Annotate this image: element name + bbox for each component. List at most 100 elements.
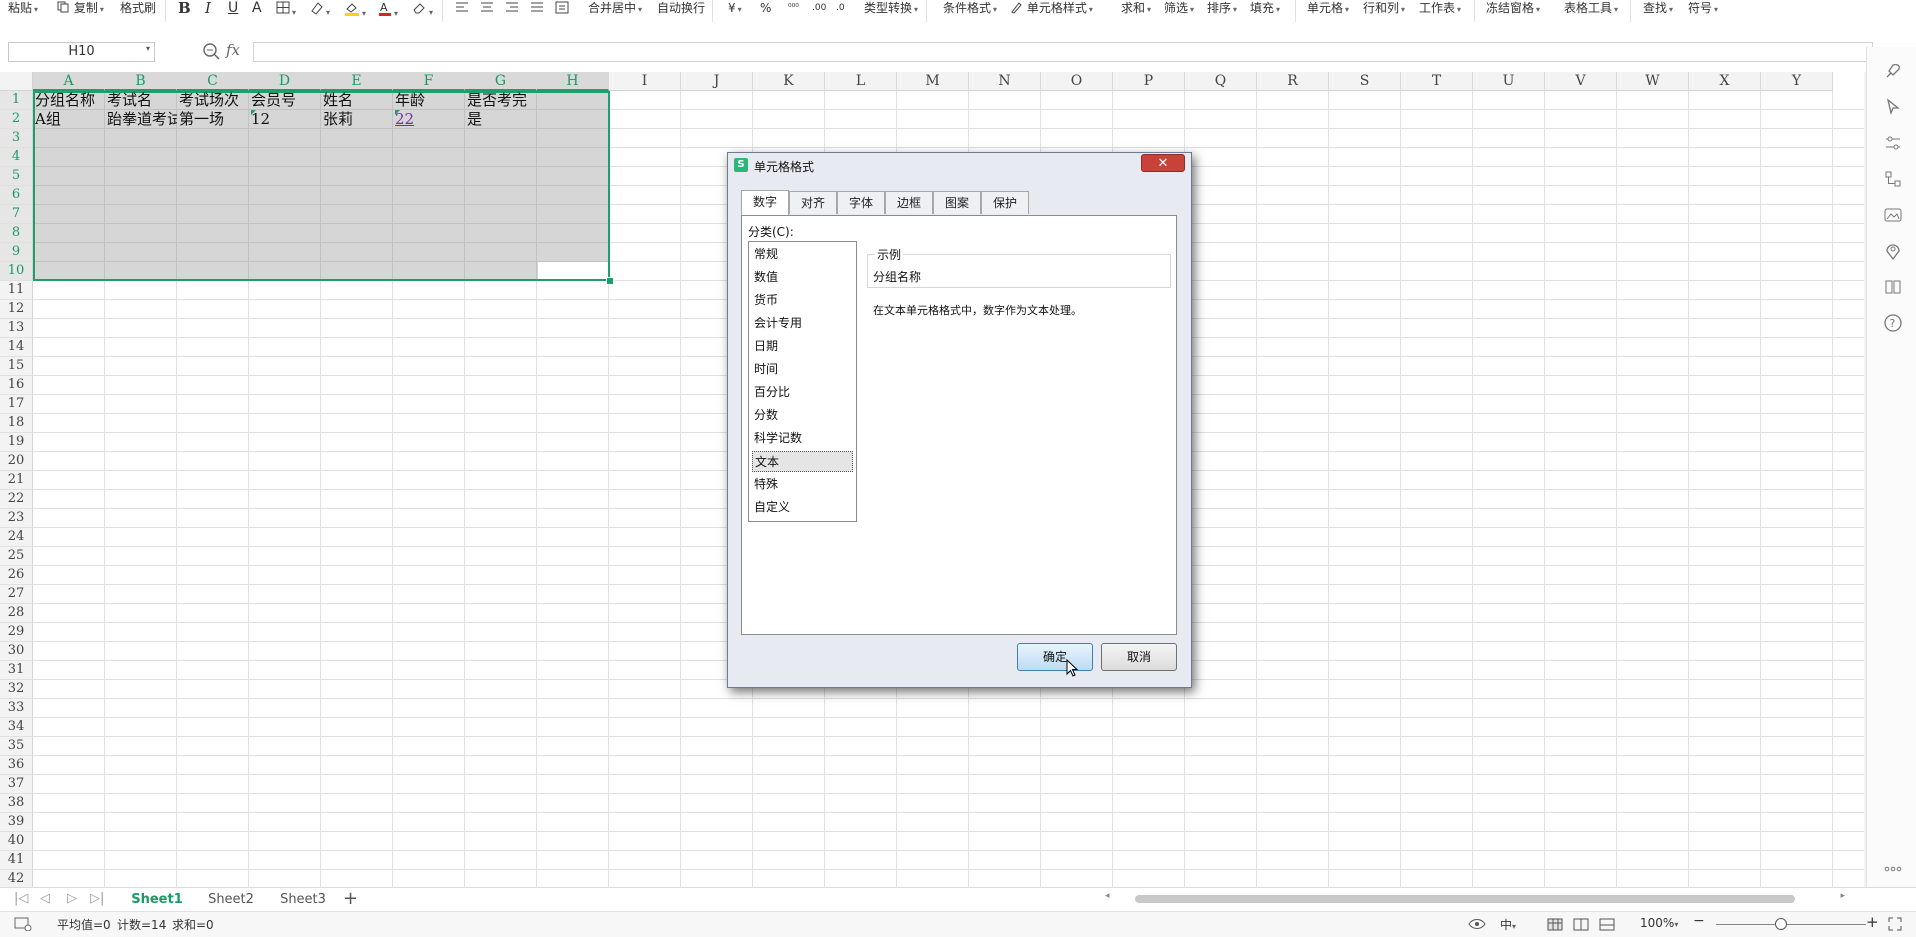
- fx-icon[interactable]: fx: [226, 41, 240, 59]
- tab-number[interactable]: 数字: [741, 190, 789, 215]
- tab-font[interactable]: 字体: [837, 191, 885, 214]
- dialog-titlebar[interactable]: S 单元格格式 ✕: [728, 153, 1191, 179]
- row-header-26[interactable]: 26: [0, 566, 33, 585]
- category-item[interactable]: 分数: [752, 405, 853, 426]
- name-box[interactable]: H10: [8, 42, 155, 62]
- fill-handle[interactable]: [606, 277, 614, 285]
- column-header-m[interactable]: M: [897, 72, 969, 91]
- category-item[interactable]: 日期: [752, 336, 853, 357]
- rows-columns-button[interactable]: 行和列 ▾: [1363, 1, 1405, 19]
- type-convert-button[interactable]: 类型转换 ▾: [864, 1, 918, 19]
- row-header-24[interactable]: 24: [0, 528, 33, 547]
- horizontal-scrollbar[interactable]: ◂ ▸: [1105, 891, 1845, 904]
- column-header-j[interactable]: J: [681, 72, 753, 91]
- row-header-10[interactable]: 10: [0, 262, 33, 281]
- column-header-n[interactable]: N: [969, 72, 1041, 91]
- column-header-o[interactable]: O: [1041, 72, 1113, 91]
- row-header-39[interactable]: 39: [0, 813, 33, 832]
- tab-pattern[interactable]: 图案: [933, 191, 981, 214]
- wrap-text-button[interactable]: 自动换行: [657, 1, 705, 19]
- sliders-icon[interactable]: [1883, 133, 1903, 153]
- column-header-k[interactable]: K: [753, 72, 825, 91]
- category-item[interactable]: 特殊: [752, 474, 853, 495]
- page-layout-icon[interactable]: [1573, 918, 1589, 931]
- eye-icon[interactable]: [1468, 918, 1486, 930]
- row-header-21[interactable]: 21: [0, 471, 33, 490]
- cell-B1[interactable]: 考试名: [107, 91, 177, 110]
- row-header-23[interactable]: 23: [0, 509, 33, 528]
- row-header-1[interactable]: 1: [0, 91, 33, 110]
- column-header-x[interactable]: X: [1689, 72, 1761, 91]
- column-header-r[interactable]: R: [1257, 72, 1329, 91]
- column-header-g[interactable]: G: [465, 72, 537, 91]
- sheet-tab-sheet3[interactable]: Sheet3: [274, 888, 332, 911]
- row-header-8[interactable]: 8: [0, 224, 33, 243]
- formula-input[interactable]: [253, 42, 1873, 62]
- page-break-icon[interactable]: [1599, 918, 1615, 931]
- close-button[interactable]: ✕: [1141, 154, 1185, 172]
- sheet-tab-sheet1[interactable]: Sheet1: [128, 888, 186, 913]
- zoom-slider-track[interactable]: [1716, 924, 1866, 925]
- fill-button[interactable]: 填充 ▾: [1250, 1, 1280, 19]
- row-header-18[interactable]: 18: [0, 414, 33, 433]
- normal-view-icon[interactable]: [1547, 918, 1563, 931]
- cell-E2[interactable]: 张莉: [323, 110, 393, 129]
- hierarchy-icon[interactable]: [1883, 169, 1903, 189]
- worksheet-button[interactable]: 工作表 ▾: [1419, 1, 1461, 19]
- row-header-25[interactable]: 25: [0, 547, 33, 566]
- rocket-icon[interactable]: [1883, 61, 1903, 81]
- row-header-37[interactable]: 37: [0, 775, 33, 794]
- percent-icon[interactable]: %: [760, 1, 771, 19]
- column-header-t[interactable]: T: [1401, 72, 1473, 91]
- copy-button[interactable]: 复制 ▾: [57, 1, 104, 19]
- row-header-27[interactable]: 27: [0, 585, 33, 604]
- input-method[interactable]: 中▾: [1500, 916, 1516, 933]
- tab-border[interactable]: 边框: [885, 191, 933, 214]
- cancel-button[interactable]: 取消: [1101, 643, 1177, 671]
- row-header-29[interactable]: 29: [0, 623, 33, 642]
- chevron-down-icon[interactable]: ▾: [146, 44, 150, 53]
- sheet-tab-sheet2[interactable]: Sheet2: [202, 888, 260, 911]
- row-header-17[interactable]: 17: [0, 395, 33, 414]
- category-item[interactable]: 数值: [752, 267, 853, 288]
- row-header-20[interactable]: 20: [0, 452, 33, 471]
- zoom-out-button[interactable]: −: [1693, 913, 1705, 929]
- category-item[interactable]: 会计专用: [752, 313, 853, 334]
- row-header-41[interactable]: 41: [0, 851, 33, 870]
- column-header-y[interactable]: Y: [1761, 72, 1833, 91]
- row-header-12[interactable]: 12: [0, 300, 33, 319]
- zoom-slider-thumb[interactable]: [1775, 918, 1788, 930]
- tab-protection[interactable]: 保护: [981, 191, 1029, 214]
- row-header-28[interactable]: 28: [0, 604, 33, 623]
- column-header-h[interactable]: H: [537, 72, 609, 91]
- cell-B2[interactable]: 跆拳道考试: [107, 110, 177, 129]
- column-header-i[interactable]: I: [609, 72, 681, 91]
- cell-G1[interactable]: 是否考完: [467, 91, 557, 110]
- row-header-7[interactable]: 7: [0, 205, 33, 224]
- cell-G2[interactable]: 是: [467, 110, 537, 129]
- select-all-corner[interactable]: [0, 72, 33, 91]
- cell-A2[interactable]: A组: [35, 110, 105, 129]
- underline-icon[interactable]: U: [228, 1, 238, 19]
- zoom-in-button[interactable]: +: [1866, 913, 1879, 931]
- horizontal-scroll-thumb[interactable]: [1135, 895, 1795, 903]
- column-header-v[interactable]: V: [1545, 72, 1617, 91]
- format-painter-button[interactable]: 格式刷: [120, 1, 156, 19]
- cell-button[interactable]: 单元格 ▾: [1307, 1, 1349, 19]
- zoom-level[interactable]: 100%▾: [1640, 916, 1678, 930]
- cell-A1[interactable]: 分组名称: [35, 91, 105, 110]
- align-right-icon[interactable]: [505, 1, 519, 19]
- next-sheet-icon[interactable]: ▷: [67, 891, 77, 906]
- row-header-9[interactable]: 9: [0, 243, 33, 262]
- table-tools-button[interactable]: 表格工具 ▾: [1564, 1, 1618, 19]
- last-sheet-icon[interactable]: ▷|: [90, 891, 104, 906]
- filter-button[interactable]: 筛选 ▾: [1164, 1, 1194, 19]
- row-header-35[interactable]: 35: [0, 737, 33, 756]
- cell-style-icon[interactable]: ▾: [310, 1, 330, 19]
- category-item[interactable]: 货币: [752, 290, 853, 311]
- column-header-b[interactable]: B: [105, 72, 177, 91]
- pointer-icon[interactable]: [1883, 97, 1903, 117]
- category-item-selected[interactable]: 文本: [752, 451, 853, 472]
- align-center-icon[interactable]: [480, 1, 494, 19]
- conditional-format-button[interactable]: 条件格式 ▾: [943, 1, 997, 19]
